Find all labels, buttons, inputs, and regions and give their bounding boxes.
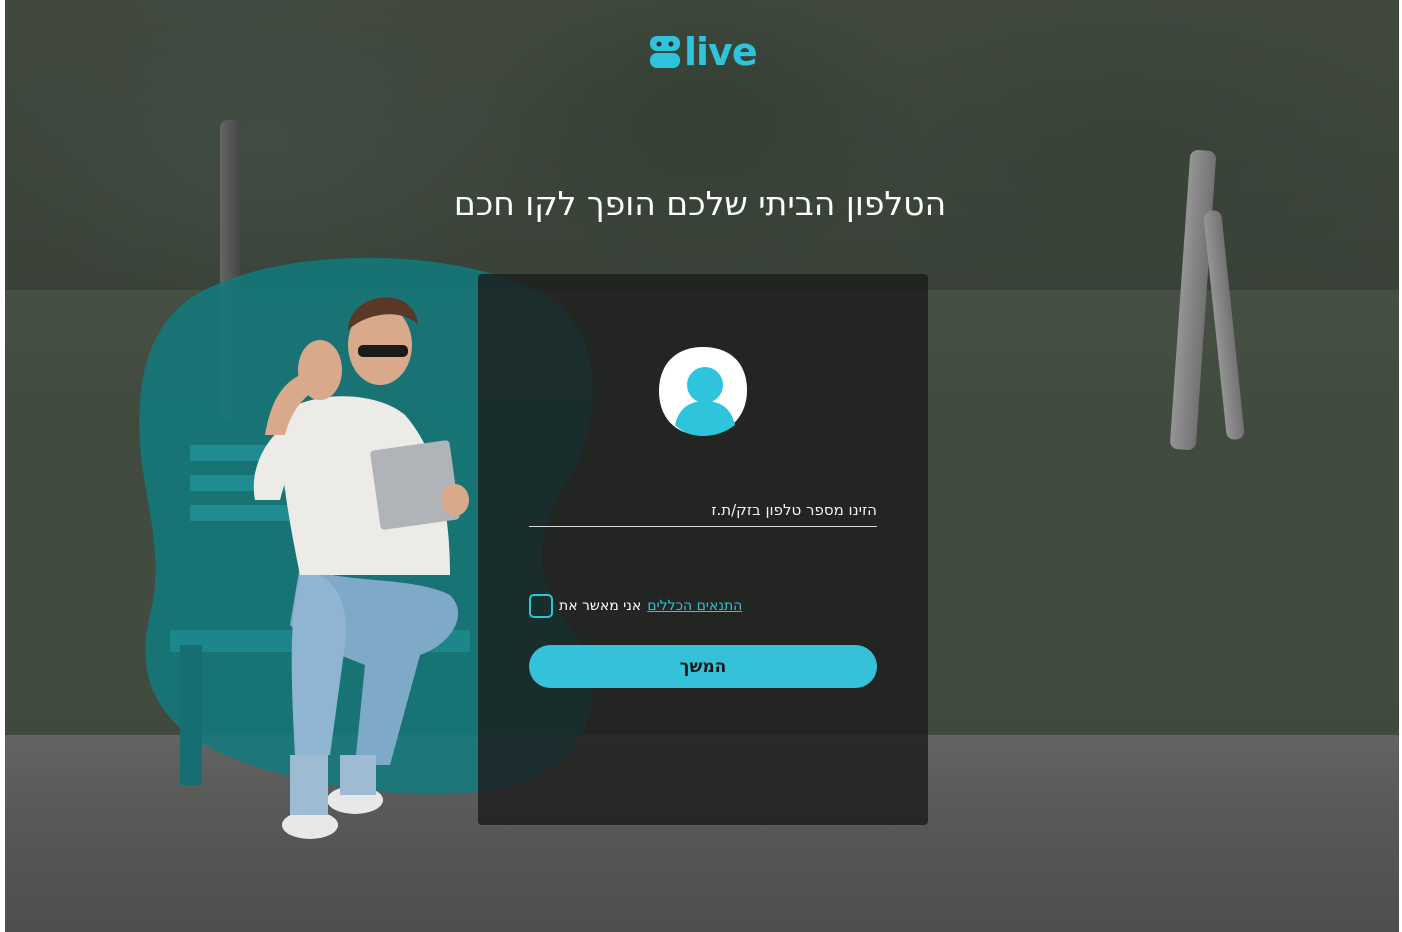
phone-id-field[interactable]: [529, 494, 877, 527]
phone-id-input[interactable]: [529, 501, 877, 519]
terms-checkbox[interactable]: [529, 594, 553, 618]
terms-row: אני מאשר את התנאים הכללים: [529, 593, 819, 619]
blive-logo: live: [648, 28, 758, 76]
terms-link[interactable]: התנאים הכללים: [647, 598, 742, 614]
user-avatar-icon: [659, 347, 747, 436]
page-headline: הטלפון הביתי שלכם הופך לקו חכם: [453, 184, 947, 223]
terms-prefix: אני מאשר את: [559, 598, 642, 614]
logo-mark-icon: [650, 36, 680, 68]
continue-button[interactable]: המשך: [529, 645, 877, 688]
logo-text: live: [684, 30, 758, 74]
person-with-tablet-illustration: [170, 297, 470, 839]
